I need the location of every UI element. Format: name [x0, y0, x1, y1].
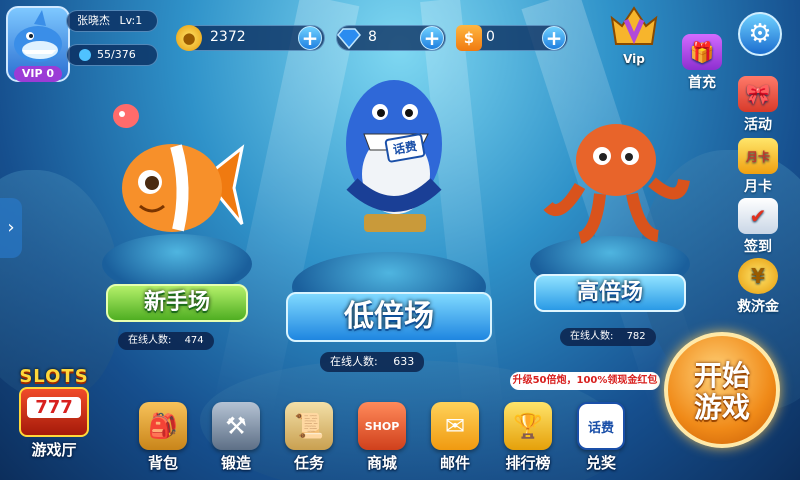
slots-digits: 777 — [27, 397, 81, 418]
settings-button[interactable]: ⚙ — [738, 12, 782, 56]
month-card-label: 月卡 — [744, 179, 772, 195]
dock-shop[interactable]: SHOP 商城 — [349, 402, 415, 473]
low-online-label: 在线人数: — [330, 355, 378, 368]
dock-shop-label: 商城 — [366, 454, 397, 472]
room-low-multiplier[interactable]: 话费 低倍场 在线人数: 633 — [284, 56, 494, 376]
high-online-count: 782 — [626, 331, 646, 342]
slots-label: 游戏厅 — [31, 441, 77, 459]
dock-leaderboard[interactable]: 🏆 排行榜 — [495, 402, 561, 473]
chevron-right-icon: › — [7, 217, 15, 238]
dock-mail[interactable]: ✉ 邮件 — [422, 402, 488, 473]
exp-bar: 55/376 — [66, 44, 158, 66]
beginner-online: 在线人数: 474 — [118, 332, 214, 350]
diamond-value: 8 — [368, 29, 377, 45]
dock-leaderboard-label: 排行榜 — [505, 454, 551, 472]
event-button[interactable]: 🎀 活动 — [730, 76, 786, 134]
high-online-label: 在线人数: — [570, 331, 614, 342]
low-online: 在线人数: 633 — [320, 352, 425, 372]
start-line1: 开始 — [693, 359, 750, 392]
relief-fund-label: 救济金 — [737, 299, 779, 315]
crown-icon — [610, 6, 658, 45]
start-game-button[interactable]: 开始 游戏 — [664, 332, 780, 448]
task-scroll-icon: 📜 — [285, 402, 333, 450]
player-name: 张晓杰 — [77, 14, 110, 27]
gold-value: 2372 — [210, 29, 246, 45]
promo-banner[interactable]: 升级50倍炮，100%领现金红包 — [510, 372, 660, 390]
dock-backpack[interactable]: 🎒 背包 — [130, 402, 196, 473]
start-line2: 游戏 — [693, 391, 750, 424]
add-diamond-button[interactable]: + — [420, 26, 444, 50]
diamond-icon — [336, 26, 362, 50]
low-title: 低倍场 — [344, 299, 434, 334]
check-in-label: 签到 — [744, 239, 772, 255]
vip-crown-button[interactable]: Vip — [608, 4, 660, 70]
vip-level-badge: VIP 0 — [14, 66, 62, 82]
add-gold-button[interactable]: + — [298, 26, 322, 50]
beginner-banner: 新手场 — [106, 284, 248, 322]
vip-crown-label: Vip — [623, 52, 645, 66]
dock-mail-label: 邮件 — [439, 454, 470, 472]
clownfish-icon — [122, 144, 245, 232]
high-title: 高倍场 — [576, 280, 643, 305]
exp-icon — [79, 49, 91, 61]
beginner-online-count: 474 — [184, 335, 204, 346]
dock-redeem-label: 兑奖 — [585, 454, 616, 472]
redeem-icon: 话费 — [577, 402, 625, 450]
leaderboard-icon: 🏆 — [504, 402, 552, 450]
slots-title: SLOTS — [19, 366, 89, 387]
anvil-icon: ⚒ — [212, 402, 260, 450]
relief-coins-icon: ¥ — [738, 258, 778, 294]
slots-hall-button[interactable]: SLOTS 777 游戏厅 — [6, 366, 102, 476]
event-gift-icon: 🎀 — [738, 76, 778, 112]
month-card-icon: 月卡 — [738, 138, 778, 174]
dock-redeem[interactable]: 话费 兑奖 — [568, 402, 634, 473]
dock-backpack-label: 背包 — [147, 454, 178, 472]
event-label: 活动 — [744, 117, 772, 133]
coupon-icon: $ — [456, 25, 482, 51]
player-name-bar: 张晓杰 Lv:1 — [66, 10, 158, 32]
slot-machine-icon: 777 — [19, 387, 89, 437]
low-banner: 低倍场 — [286, 292, 492, 342]
beginner-online-label: 在线人数: — [128, 335, 172, 346]
room-beginner[interactable]: 新手场 在线人数: 474 — [92, 100, 262, 360]
first-charge-button[interactable]: 🎁 首充 — [674, 34, 730, 92]
shop-icon: SHOP — [358, 402, 406, 450]
mail-icon: ✉ — [431, 402, 479, 450]
exp-value: 55/376 — [97, 48, 136, 61]
beginner-title: 新手场 — [143, 290, 210, 315]
redeem-sign: 话费 — [587, 420, 614, 436]
backpack-icon: 🎒 — [139, 402, 187, 450]
gear-icon: ⚙ — [748, 19, 772, 49]
add-coupon-button[interactable]: + — [542, 26, 566, 50]
shark-avatar-icon — [14, 10, 62, 62]
low-online-count: 633 — [393, 355, 415, 368]
gift-icon: 🎁 — [682, 34, 722, 70]
first-charge-label: 首充 — [688, 75, 716, 91]
check-in-icon: ✔ — [738, 198, 778, 234]
room-high-multiplier[interactable]: 高倍场 在线人数: 782 — [520, 110, 700, 350]
dock-task-label: 任务 — [293, 454, 324, 472]
promo-text: 升级50倍炮，100%领现金红包 — [512, 375, 658, 386]
octopus-icon — [543, 124, 690, 244]
dock-task[interactable]: 📜 任务 — [276, 402, 342, 473]
gold-coin-icon: ● — [176, 25, 202, 51]
red-fish-icon — [113, 104, 139, 128]
relief-fund-button[interactable]: ¥ 救济金 — [730, 258, 786, 316]
high-banner: 高倍场 — [534, 274, 686, 312]
expand-left-arrow[interactable]: › — [0, 198, 22, 258]
shark-tag-label: 话费 — [391, 139, 419, 157]
shark-icon — [346, 80, 442, 232]
dock-forge-label: 锻造 — [220, 454, 251, 472]
dock-forge[interactable]: ⚒ 锻造 — [203, 402, 269, 473]
high-online: 在线人数: 782 — [560, 328, 656, 346]
player-level: Lv:1 — [119, 14, 143, 27]
coupon-value: 0 — [486, 29, 495, 45]
check-in-button[interactable]: ✔ 签到 — [730, 198, 786, 256]
shop-sign: SHOP — [364, 419, 400, 433]
month-card-button[interactable]: 月卡 月卡 — [730, 138, 786, 196]
